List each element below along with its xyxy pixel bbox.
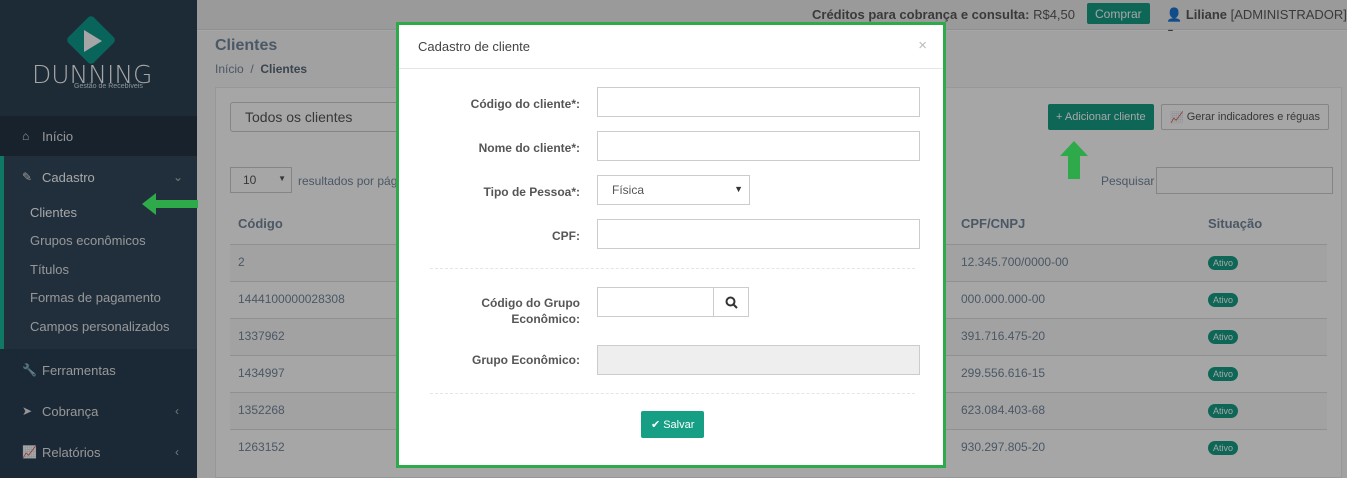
group-label: Grupo Econômico: — [472, 353, 580, 367]
group-code-label-line1: Código do Grupo — [481, 296, 580, 310]
client-name-input[interactable] — [597, 131, 920, 161]
save-button-label: Salvar — [663, 418, 695, 431]
person-type-label: Tipo de Pessoa*: — [483, 185, 580, 199]
save-button[interactable]: ✔ Salvar — [641, 411, 705, 438]
group-search-button[interactable] — [713, 287, 749, 317]
group-code-label: Código do Grupo Econômico: — [400, 296, 580, 326]
group-code-label-line2: Econômico: — [511, 312, 580, 326]
cpf-input[interactable] — [597, 219, 920, 249]
cpf-label: CPF: — [552, 229, 580, 243]
client-name-label: Nome do cliente*: — [478, 141, 580, 155]
group-code-input[interactable] — [597, 287, 714, 317]
search-icon — [725, 296, 738, 309]
annotation-arrow-up-icon — [1060, 141, 1088, 179]
modal-header: Cadastro de cliente × — [399, 25, 943, 69]
close-icon[interactable]: × — [918, 37, 927, 54]
person-type-value: Física — [612, 183, 645, 197]
client-registration-modal: Cadastro de cliente × Código do cliente*… — [396, 22, 946, 468]
check-icon: ✔ — [651, 419, 661, 431]
group-name-field — [597, 345, 920, 375]
annotation-arrow-left-icon — [142, 193, 198, 215]
modal-title: Cadastro de cliente — [418, 39, 531, 54]
divider — [430, 393, 915, 394]
caret-down-icon: ▼ — [734, 184, 743, 194]
divider — [430, 268, 915, 269]
person-type-select[interactable]: Física ▼ — [597, 175, 750, 205]
client-code-input[interactable] — [597, 87, 920, 117]
client-code-label: Código do cliente*: — [470, 97, 580, 111]
